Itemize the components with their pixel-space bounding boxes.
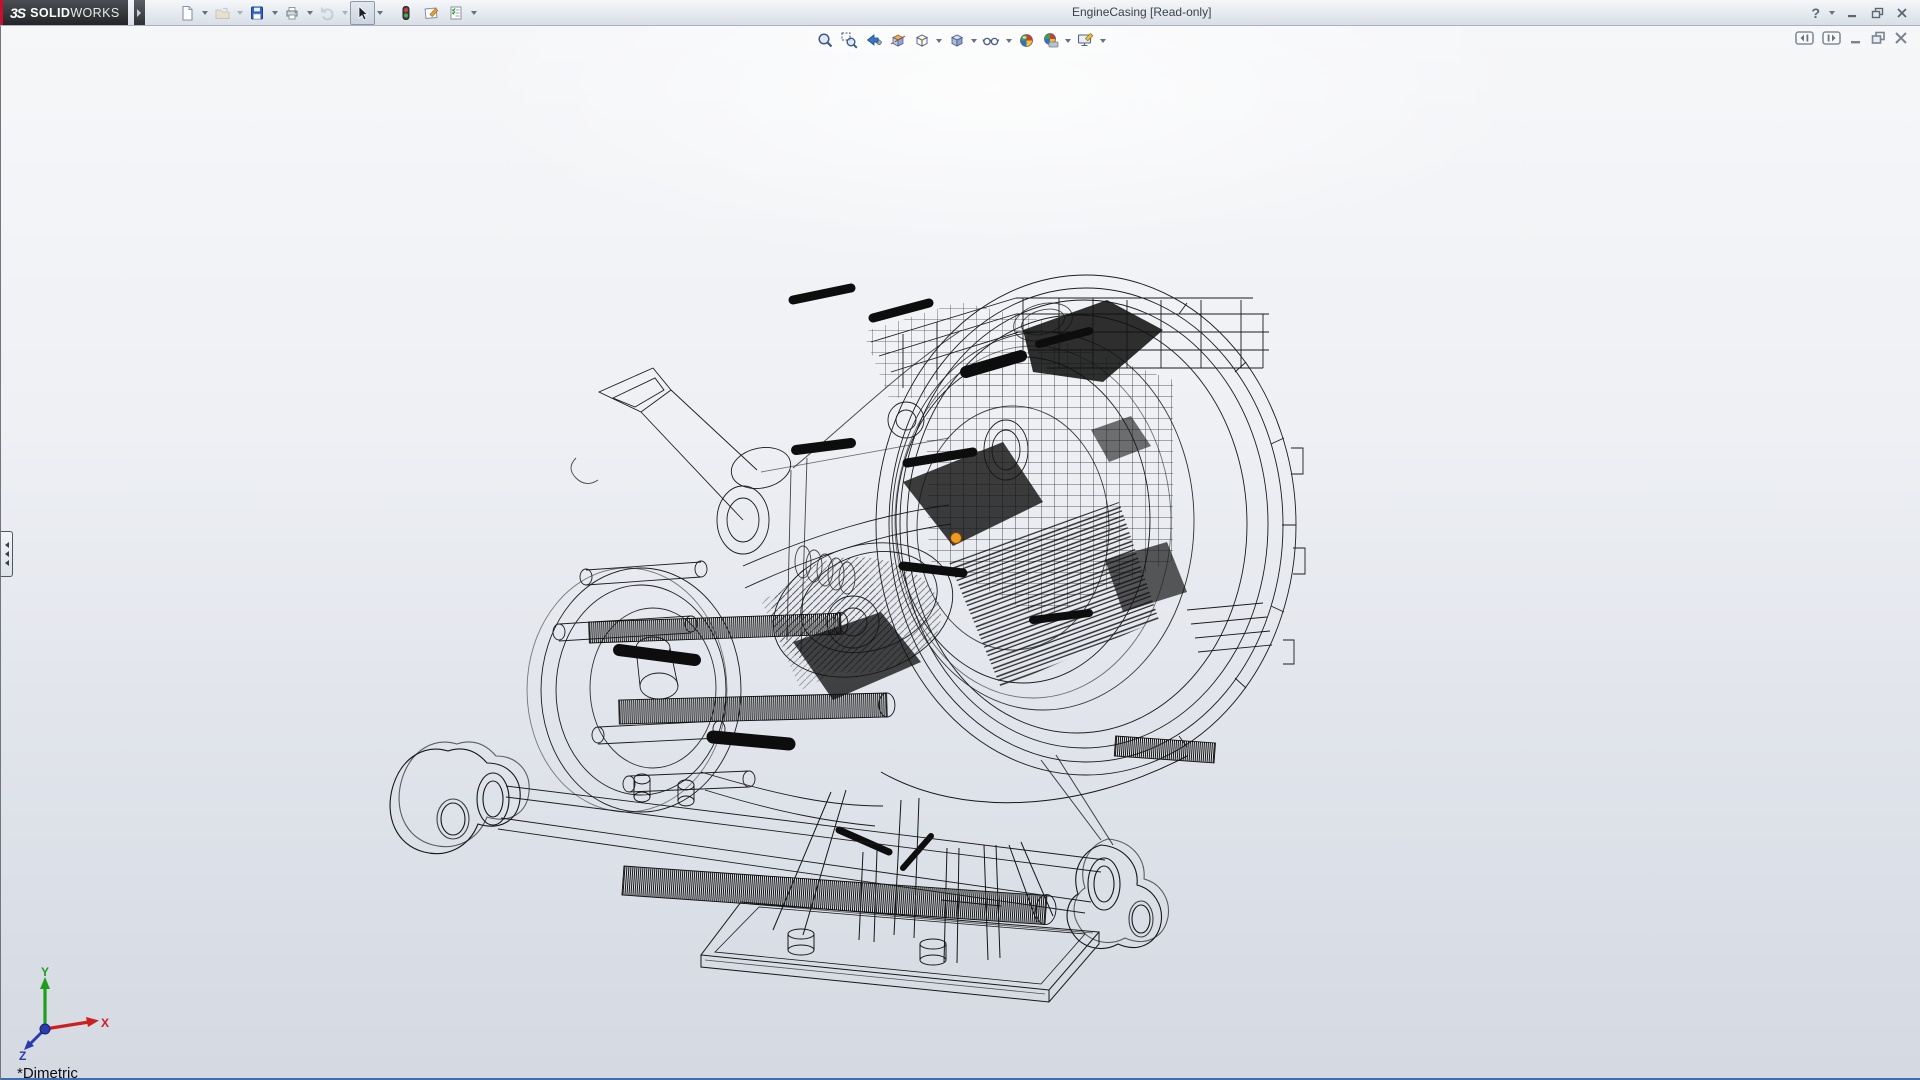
restore-icon <box>1871 7 1884 19</box>
close-document-button[interactable] <box>1894 31 1908 50</box>
select-button[interactable] <box>350 1 375 25</box>
save-icon <box>249 5 265 21</box>
window-title: EngineCasing [Read-only] <box>1072 0 1211 25</box>
origin-marker[interactable] <box>951 533 962 544</box>
solidworks-window: 3S SOLIDWORKS <box>0 0 1920 1080</box>
sketch-icon <box>423 5 439 21</box>
help-dropdown[interactable] <box>1829 8 1835 18</box>
standard-toolbar <box>175 0 479 25</box>
document-window-controls <box>1795 31 1908 50</box>
view-settings-dropdown[interactable] <box>1098 29 1108 51</box>
undo-dropdown[interactable] <box>340 2 350 24</box>
previous-view-button[interactable] <box>862 30 885 51</box>
restore-document-icon <box>1871 31 1886 45</box>
solidworks-logo: 3S SOLIDWORKS <box>0 0 128 25</box>
save-button[interactable] <box>245 1 270 25</box>
traffic-light-icon <box>398 5 414 21</box>
logo-red-stripe <box>0 0 3 25</box>
open-document-icon <box>214 5 230 21</box>
collapse-arrow-icon <box>5 560 9 566</box>
hide-show-items-button[interactable] <box>980 30 1003 51</box>
eyeglasses-icon <box>982 32 1000 49</box>
interference-detection-button[interactable] <box>394 1 419 25</box>
graphics-area[interactable]: Y X Z *Dimetric <box>0 26 1920 1080</box>
undo-button[interactable] <box>315 1 340 25</box>
new-document-button[interactable] <box>175 1 200 25</box>
collapse-arrow-icon <box>5 542 9 548</box>
apply-scene-button[interactable] <box>1039 30 1062 51</box>
view-settings-icon <box>1077 32 1094 49</box>
view-orientation-button[interactable] <box>910 30 933 51</box>
section-view-icon <box>889 32 906 49</box>
ds-logo-mark: 3S <box>10 5 25 21</box>
wireframe-model <box>1 26 1920 1080</box>
section-view-button[interactable] <box>886 30 909 51</box>
appearance-ball-icon <box>1018 32 1035 49</box>
title-bar: 3S SOLIDWORKS <box>0 0 1920 26</box>
undo-icon <box>319 5 335 21</box>
previous-view-icon <box>865 32 882 49</box>
open-document-button[interactable] <box>210 1 235 25</box>
brand-name-solid: SOLID <box>30 6 70 20</box>
apply-scene-dropdown[interactable] <box>1063 29 1073 51</box>
triad-y-label: Y <box>41 965 49 979</box>
minimize-document-button[interactable] <box>1849 31 1863 50</box>
new-document-icon <box>179 5 195 21</box>
options-dropdown[interactable] <box>469 2 479 24</box>
model-left-bracket <box>390 742 529 854</box>
minimize-icon <box>1846 7 1858 19</box>
view-orientation-dropdown[interactable] <box>934 29 944 51</box>
zoom-to-area-button[interactable] <box>838 30 861 51</box>
print-dropdown[interactable] <box>305 2 315 24</box>
left-pane-icon <box>1795 31 1814 45</box>
hide-show-items-dropdown[interactable] <box>1004 29 1014 51</box>
zoom-to-fit-icon <box>817 32 834 49</box>
triad-z-label: Z <box>19 1049 26 1060</box>
zoom-to-area-icon <box>841 32 858 49</box>
new-document-dropdown[interactable] <box>200 2 210 24</box>
minimize-button[interactable] <box>1844 5 1860 21</box>
print-button[interactable] <box>280 1 305 25</box>
help-button[interactable]: ? <box>1811 5 1820 21</box>
close-document-icon <box>1894 31 1908 45</box>
print-icon <box>284 5 300 21</box>
show-right-pane-button[interactable] <box>1822 31 1841 50</box>
headsup-view-toolbar <box>809 28 1113 52</box>
minimize-document-icon <box>1849 31 1863 45</box>
select-dropdown[interactable] <box>375 2 385 24</box>
display-style-dropdown[interactable] <box>969 29 979 51</box>
close-icon <box>1896 7 1908 19</box>
select-cursor-icon <box>354 5 370 21</box>
restore-button[interactable] <box>1869 5 1885 21</box>
reference-triad: Y X Z <box>15 965 110 1060</box>
triad-x-label: X <box>101 1016 109 1030</box>
show-left-pane-button[interactable] <box>1795 31 1814 50</box>
view-settings-button[interactable] <box>1074 30 1097 51</box>
restore-document-button[interactable] <box>1871 31 1886 50</box>
apply-scene-icon <box>1042 32 1059 49</box>
brand-name-works: WORKS <box>70 6 119 20</box>
options-button[interactable] <box>444 1 469 25</box>
right-pane-icon <box>1822 31 1841 45</box>
sketch-button[interactable] <box>419 1 444 25</box>
display-style-icon <box>948 32 965 49</box>
collapse-arrow-icon <box>5 551 9 557</box>
save-dropdown[interactable] <box>270 2 280 24</box>
window-controls: ? <box>1811 0 1910 25</box>
menu-expand-arrow-icon[interactable] <box>134 0 145 25</box>
open-document-dropdown[interactable] <box>235 2 245 24</box>
close-button[interactable] <box>1894 5 1910 21</box>
zoom-to-fit-button[interactable] <box>814 30 837 51</box>
edit-appearance-button[interactable] <box>1015 30 1038 51</box>
options-checklist-icon <box>448 5 464 21</box>
featuremanager-collapsed-tab[interactable] <box>1 531 13 577</box>
display-style-button[interactable] <box>945 30 968 51</box>
view-orientation-icon <box>913 32 930 49</box>
